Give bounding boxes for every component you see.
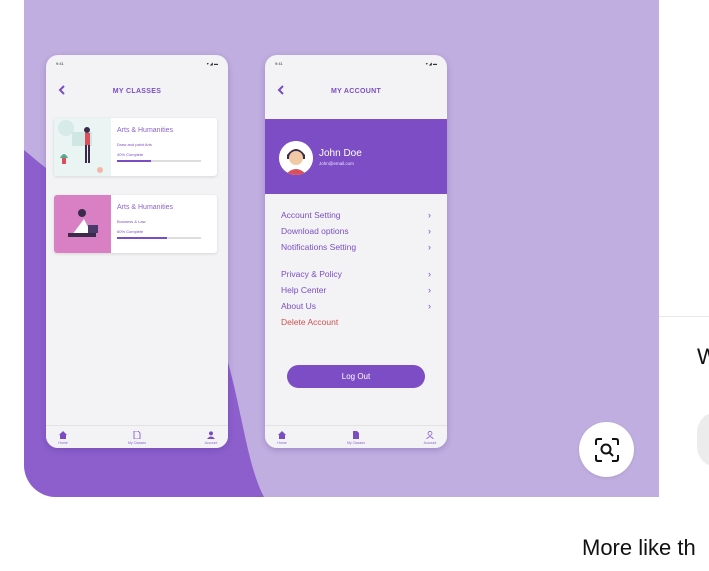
progress-track	[117, 160, 201, 162]
chevron-right-icon: ›	[428, 242, 431, 252]
bottom-tab-bar: Home My Classes Account	[46, 425, 228, 448]
side-panel-heading: W	[697, 344, 709, 369]
tab-my-classes[interactable]: My Classes	[341, 431, 371, 445]
user-name: John Doe	[319, 148, 362, 159]
menu-item-notifications-setting[interactable]: Notifications Setting ›	[281, 242, 431, 252]
progress-track	[117, 237, 201, 239]
user-icon	[207, 431, 215, 439]
class-progress-text: 40% Complete	[117, 152, 144, 157]
page-title: MY CLASSES	[112, 88, 162, 95]
progress-fill	[117, 237, 168, 239]
chevron-right-icon: ›	[428, 301, 431, 311]
my-classes-screen: 9:41 ▾ ◢ ▬ MY CLASSES Arts & Humanities …	[46, 55, 228, 448]
my-account-screen: 9:41 ▾ ◢ ▬ MY ACCOUNT John Doe John@emai…	[265, 55, 447, 448]
status-bar: 9:41 ▾ ◢ ▬	[275, 61, 437, 66]
user-email: John@email.com	[319, 161, 354, 166]
class-title: Arts & Humanities	[117, 127, 174, 134]
bottom-tab-bar: Home My Classes Account	[265, 425, 447, 448]
side-panel-divider	[659, 316, 709, 317]
document-icon	[133, 431, 141, 439]
menu-item-delete-account[interactable]: Delete Account	[281, 317, 431, 327]
more-like-this-heading: More like th	[582, 535, 696, 560]
class-illustration-1	[54, 118, 111, 176]
visual-search-icon	[594, 437, 619, 462]
user-icon	[426, 431, 434, 439]
profile-header: John Doe John@email.com	[265, 119, 447, 194]
chevron-right-icon: ›	[428, 269, 431, 279]
class-subtitle: Business & Law	[117, 219, 146, 224]
menu-item-privacy-policy[interactable]: Privacy & Policy ›	[281, 269, 431, 279]
class-title: Arts & Humanities	[117, 204, 174, 211]
tab-my-classes[interactable]: My Classes	[122, 431, 152, 445]
avatar-illustration	[279, 141, 313, 175]
menu-item-help-center[interactable]: Help Center ›	[281, 285, 431, 295]
tab-home[interactable]: Home	[48, 431, 78, 445]
chevron-right-icon: ›	[428, 285, 431, 295]
class-illustration-2	[54, 195, 111, 253]
chevron-right-icon: ›	[428, 226, 431, 236]
tab-account[interactable]: Account	[415, 431, 445, 445]
avatar[interactable]	[279, 141, 313, 175]
menu-item-download-options[interactable]: Download options ›	[281, 226, 431, 236]
progress-fill	[117, 160, 151, 162]
tab-home[interactable]: Home	[267, 431, 297, 445]
visual-search-button[interactable]	[579, 422, 634, 477]
side-panel-avatar[interactable]	[697, 412, 709, 467]
chevron-right-icon: ›	[428, 210, 431, 220]
logout-button[interactable]: Log Out	[287, 365, 425, 388]
document-icon	[353, 431, 359, 439]
menu-item-account-setting[interactable]: Account Setting ›	[281, 210, 431, 220]
pin-image-card[interactable]: 9:41 ▾ ◢ ▬ MY CLASSES Arts & Humanities …	[24, 0, 659, 497]
signal-battery-icon: ▾ ◢ ▬	[425, 61, 437, 66]
tab-account[interactable]: Account	[196, 431, 226, 445]
class-card[interactable]: Arts & Humanities Business & Law 60% Com…	[54, 195, 217, 253]
class-subtitle: Draw and paint Arts	[117, 142, 152, 147]
class-card[interactable]: Arts & Humanities Draw and paint Arts 40…	[54, 118, 217, 176]
menu-item-about-us[interactable]: About Us ›	[281, 301, 431, 311]
class-progress-text: 60% Complete	[117, 229, 144, 234]
home-icon	[59, 431, 67, 439]
page-title: MY ACCOUNT	[330, 88, 382, 95]
home-icon	[278, 431, 286, 439]
signal-battery-icon: ▾ ◢ ▬	[206, 61, 218, 66]
status-bar: 9:41 ▾ ◢ ▬	[56, 61, 218, 66]
